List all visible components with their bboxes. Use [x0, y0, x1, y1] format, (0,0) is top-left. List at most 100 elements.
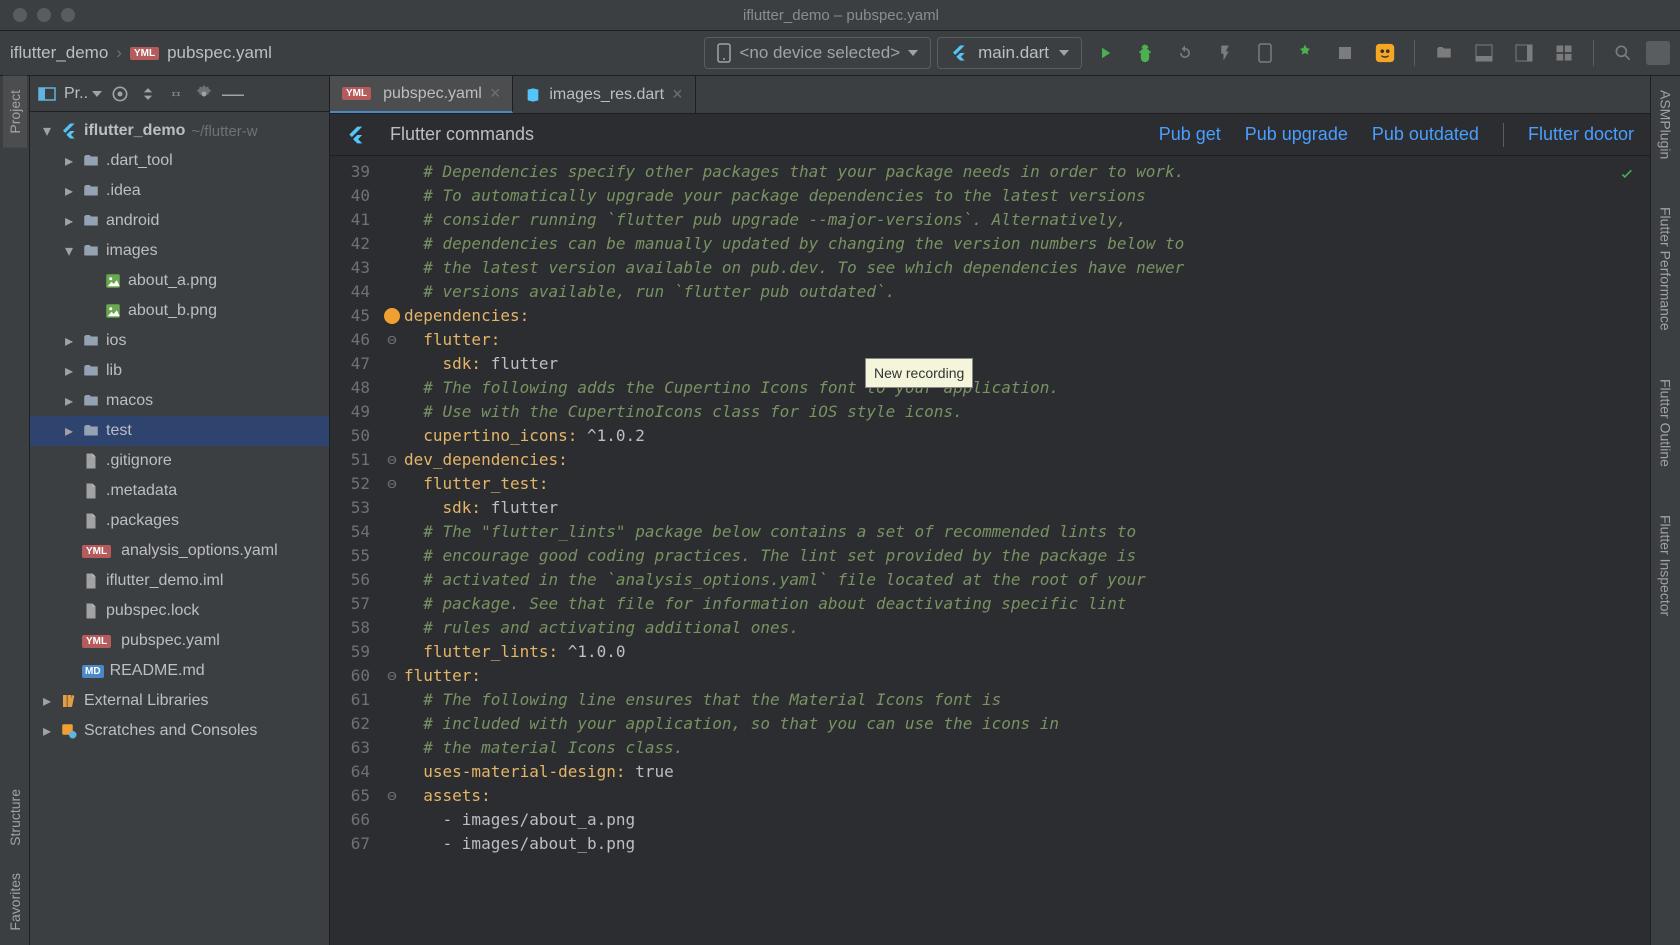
maximize-window[interactable] [61, 8, 75, 22]
fold-gutter[interactable]: ⊖⊖⊖⊖⊖ [380, 156, 404, 945]
attach-debugger-button[interactable] [1254, 42, 1276, 64]
chevron-right-icon: ▸ [62, 421, 76, 441]
editor-area: YMLpubspec.yaml×images_res.dart× Flutter… [330, 76, 1650, 945]
tree-item-analysis_options-yaml[interactable]: YMLanalysis_options.yaml [30, 536, 329, 566]
scratches-icon [60, 722, 78, 740]
breadcrumb-project[interactable]: iflutter_demo [10, 43, 108, 63]
stop-button[interactable] [1334, 42, 1356, 64]
tree-item-README-md[interactable]: MDREADME.md [30, 656, 329, 686]
hot-reload-button[interactable] [1214, 42, 1236, 64]
editor-tab-pubspec-yaml[interactable]: YML pubspec.yaml × [330, 76, 513, 113]
tree-item-about_b-png[interactable]: about_b.png [30, 296, 329, 326]
run-config-label: main.dart [978, 43, 1049, 63]
tree-item--idea[interactable]: ▸.idea [30, 176, 329, 206]
folder-icon [82, 392, 100, 410]
flutter-icon [60, 122, 78, 140]
tree-item-images[interactable]: ▾images [30, 236, 329, 266]
tree-item-pubspec-lock[interactable]: pubspec.lock [30, 596, 329, 626]
chevron-down-icon: ▾ [40, 121, 54, 141]
tree-root[interactable]: ▾ iflutter_demo ~/flutter-w [30, 116, 329, 146]
layout-button-3[interactable] [1553, 42, 1575, 64]
tree-item-iflutter_demo-iml[interactable]: iflutter_demo.iml [30, 566, 329, 596]
yaml-icon: YML [82, 545, 111, 558]
flutter-commands-bar: Flutter commands Pub get Pub upgrade Pub… [330, 114, 1650, 156]
close-icon[interactable]: × [672, 84, 683, 105]
tree-item--dart_tool[interactable]: ▸.dart_tool [30, 146, 329, 176]
device-label: <no device selected> [739, 43, 900, 63]
view-mode-dropdown[interactable]: Pr.. [64, 85, 102, 103]
md-icon: MD [82, 665, 104, 678]
chevron-right-icon: ▸ [62, 151, 76, 171]
settings-icon[interactable] [194, 84, 214, 104]
hide-icon[interactable]: — [222, 81, 244, 107]
editor-tabs: YMLpubspec.yaml×images_res.dart× [330, 76, 1650, 114]
analysis-ok-icon[interactable] [1618, 166, 1636, 184]
scratches-and-consoles[interactable]: ▸ Scratches and Consoles [30, 716, 329, 746]
external-libraries[interactable]: ▸ External Libraries [30, 686, 329, 716]
user-avatar[interactable] [1646, 41, 1670, 65]
library-icon [60, 692, 78, 710]
image-icon [104, 272, 122, 290]
chevron-right-icon: ▸ [62, 181, 76, 201]
open-folder-button[interactable] [1433, 42, 1455, 64]
favorites-tool-tab[interactable]: Favorites [3, 859, 27, 945]
tree-item--gitignore[interactable]: .gitignore [30, 446, 329, 476]
chevron-right-icon: ▸ [62, 331, 76, 351]
flutter-inspector-tab[interactable]: Flutter Inspector [1654, 501, 1678, 630]
tree-item-about_a-png[interactable]: about_a.png [30, 266, 329, 296]
tree-label: .metadata [106, 482, 177, 500]
expand-all-icon[interactable] [138, 84, 158, 104]
tree-label: about_b.png [128, 302, 217, 320]
tree-item-lib[interactable]: ▸lib [30, 356, 329, 386]
project-tool-tab[interactable]: Project [3, 76, 27, 148]
close-window[interactable] [13, 8, 27, 22]
profile-button[interactable] [1294, 42, 1316, 64]
structure-tool-tab[interactable]: Structure [3, 775, 27, 860]
layout-button-1[interactable] [1473, 42, 1495, 64]
tab-label: pubspec.yaml [383, 85, 482, 103]
tree-label: pubspec.yaml [121, 632, 220, 650]
tree-item-test[interactable]: ▸test [30, 416, 329, 446]
code-content[interactable]: # Dependencies specify other packages th… [404, 156, 1650, 945]
flutter-performance-tab[interactable]: Flutter Performance [1654, 193, 1678, 345]
layout-button-2[interactable] [1513, 42, 1535, 64]
tree-label: android [106, 212, 159, 230]
tooltip: New recording [865, 358, 973, 388]
search-button[interactable] [1612, 42, 1634, 64]
minimize-window[interactable] [37, 8, 51, 22]
file-icon [82, 512, 100, 530]
tree-item-macos[interactable]: ▸macos [30, 386, 329, 416]
tree-item-ios[interactable]: ▸ios [30, 326, 329, 356]
pub-outdated-link[interactable]: Pub outdated [1372, 124, 1479, 145]
code-editor[interactable]: 3940414243444546474849505152535455565758… [330, 156, 1650, 945]
run-configuration[interactable]: main.dart [937, 37, 1082, 69]
tree-item-pubspec-yaml[interactable]: YML pubspec.yaml [30, 626, 329, 656]
file-icon [82, 482, 100, 500]
editor-tab-images_res-dart[interactable]: images_res.dart× [513, 76, 695, 113]
pub-get-link[interactable]: Pub get [1159, 124, 1221, 145]
close-icon[interactable]: × [490, 83, 501, 104]
reload-button[interactable] [1174, 42, 1196, 64]
project-tree[interactable]: ▾ iflutter_demo ~/flutter-w ▸.dart_tool▸… [30, 112, 329, 945]
debug-button[interactable] [1134, 42, 1156, 64]
plugin-button[interactable] [1374, 42, 1396, 64]
navbar: iflutter_demo › YML pubspec.yaml <no dev… [0, 31, 1680, 76]
chevron-right-icon: ▸ [62, 361, 76, 381]
tree-label: about_a.png [128, 272, 217, 290]
chevron-right-icon: ▸ [62, 391, 76, 411]
tree-item--packages[interactable]: .packages [30, 506, 329, 536]
pub-upgrade-link[interactable]: Pub upgrade [1245, 124, 1348, 145]
breadcrumb-file[interactable]: pubspec.yaml [167, 43, 272, 63]
asm-plugin-tab[interactable]: ASMPlugin [1654, 76, 1678, 173]
run-button[interactable] [1094, 42, 1116, 64]
yaml-icon: YML [342, 87, 371, 100]
yaml-icon: YML [82, 635, 111, 648]
window-controls [13, 8, 75, 22]
flutter-outline-tab[interactable]: Flutter Outline [1654, 365, 1678, 481]
device-selector[interactable]: <no device selected> [704, 37, 931, 69]
locate-icon[interactable] [110, 84, 130, 104]
tree-item--metadata[interactable]: .metadata [30, 476, 329, 506]
tree-item-android[interactable]: ▸android [30, 206, 329, 236]
collapse-all-icon[interactable] [166, 84, 186, 104]
flutter-doctor-link[interactable]: Flutter doctor [1528, 124, 1634, 145]
